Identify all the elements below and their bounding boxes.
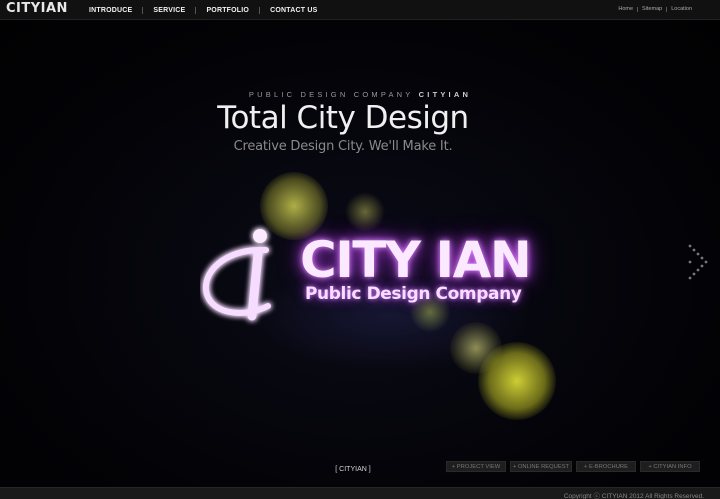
cityian-info-button[interactable]: + CITYIAN INFO [640, 461, 700, 472]
nav-service[interactable]: SERVICE [143, 7, 195, 14]
nav-introduce[interactable]: INTRODUCE [79, 7, 142, 14]
e-brochure-button[interactable]: + E-BROCHURE [576, 461, 636, 472]
bokeh-light [345, 192, 385, 232]
online-request-button[interactable]: + ONLINE REQUEST [510, 461, 572, 472]
utility-links: Home Sitemap Location [614, 0, 696, 18]
logo-subtitle: Public Design Company [305, 284, 522, 304]
hero-kicker-prefix: PUBLIC DESIGN COMPANY [248, 90, 414, 99]
nav-portfolio[interactable]: PORTFOLIO [196, 7, 259, 14]
chevron-right-icon[interactable] [686, 242, 708, 282]
util-location-link[interactable]: Location [667, 6, 696, 12]
bokeh-light [478, 342, 556, 420]
util-home-link[interactable]: Home [614, 6, 637, 12]
project-view-button[interactable]: + PROJECT VIEW [446, 461, 506, 472]
cityian-logo-mark-icon [202, 229, 271, 321]
nav-contact-us[interactable]: CONTACT US [260, 7, 327, 14]
hero-kicker-brand: CITYIAN [418, 90, 472, 99]
copyright-text: Copyright ⓒ CITYIAN 2012 All Rights Rese… [563, 493, 704, 499]
brand-logo[interactable]: CITYIAN [6, 1, 68, 16]
footer: Copyright ⓒ CITYIAN 2012 All Rights Rese… [0, 487, 720, 499]
hero-stage: PUBLIC DESIGN COMPANY CITYIAN Total City… [0, 22, 720, 487]
page: CITYIAN INTRODUCE SERVICE PORTFOLIO CONT… [0, 0, 720, 499]
main-nav: INTRODUCE SERVICE PORTFOLIO CONTACT US [79, 0, 327, 20]
top-navigation-bar: CITYIAN INTRODUCE SERVICE PORTFOLIO CONT… [0, 0, 720, 20]
hero-kicker: PUBLIC DESIGN COMPANY CITYIAN [0, 90, 720, 99]
util-sitemap-link[interactable]: Sitemap [638, 6, 666, 12]
hero-title: Total City Design [217, 100, 469, 136]
hero-tagline: Creative Design City. We'll Make It. [233, 139, 453, 154]
logo-wordmark: CITY IAN [300, 231, 532, 289]
